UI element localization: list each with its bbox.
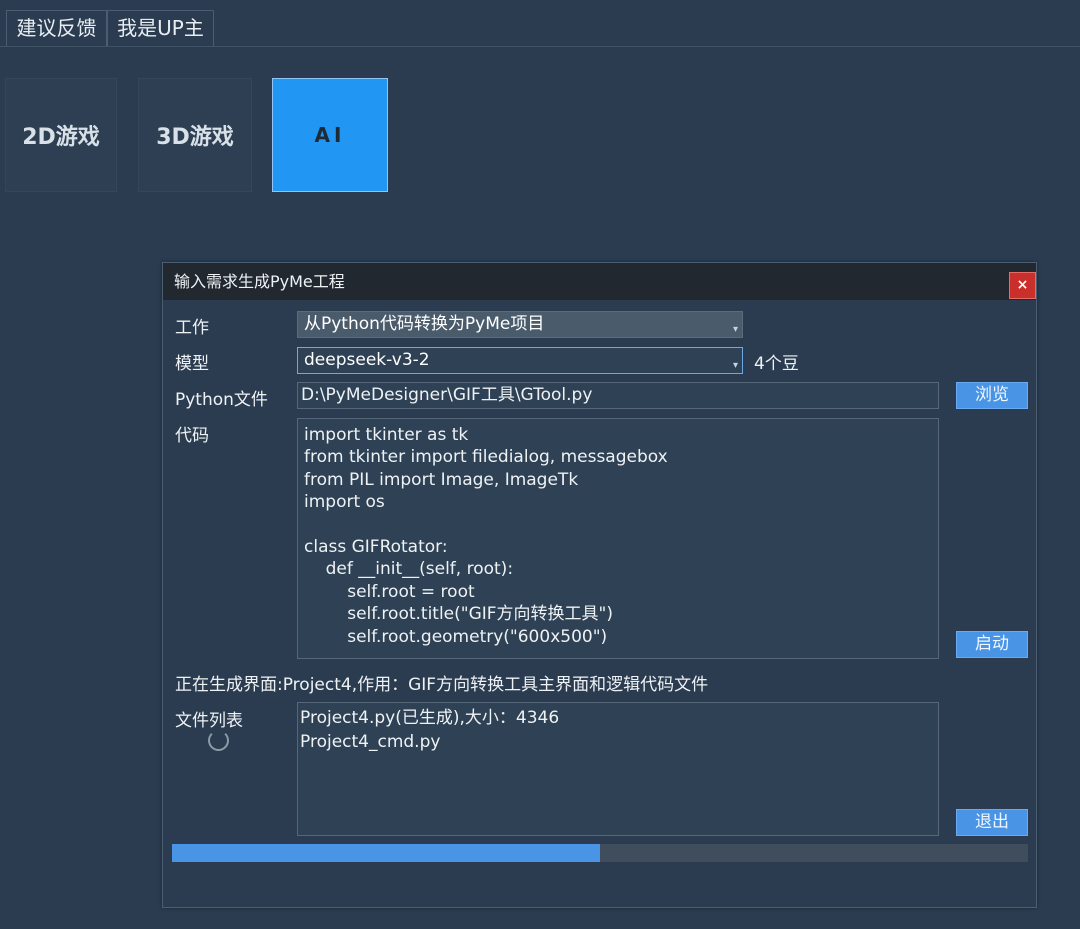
python-file-input[interactable]: D:\PyMeDesigner\GIF工具\GTool.py — [297, 382, 939, 409]
category-tile-3d-games[interactable]: 3D游戏 — [138, 78, 252, 192]
file-list-label: 文件列表 — [175, 711, 243, 731]
chevron-down-icon: ▾ — [732, 324, 738, 335]
up-owner-menu-button[interactable]: 我是UP主 — [107, 10, 214, 46]
code-line: self.root.title("GIF方向转换工具") — [304, 604, 614, 625]
dialog-titlebar[interactable]: 输入需求生成PyMe工程 × — [163, 263, 1036, 300]
spinner-icon — [208, 730, 229, 751]
work-label: 工作 — [175, 318, 209, 338]
beans-cost-text: 4个豆 — [754, 354, 799, 374]
code-textarea[interactable]: import tkinter as tk from tkinter import… — [297, 418, 939, 659]
category-tile-2d-games[interactable]: 2D游戏 — [5, 78, 117, 192]
code-line: self.root.geometry("600x500") — [304, 626, 608, 647]
code-label: 代码 — [175, 426, 209, 446]
code-line: def __init__(self, root): — [304, 559, 514, 580]
top-menu: 建议反馈 我是UP主 — [0, 0, 1080, 47]
close-icon[interactable]: × — [1009, 272, 1036, 299]
file-list[interactable]: Project4.py(已生成),大小：4346 Project4_cmd.py — [297, 702, 939, 836]
code-line: from tkinter import filedialog, messageb… — [304, 447, 668, 468]
start-button[interactable]: 启动 — [956, 631, 1028, 658]
progress-bar — [172, 844, 1028, 862]
browse-button[interactable]: 浏览 — [956, 382, 1028, 409]
generate-project-dialog: 输入需求生成PyMe工程 × 工作 从Python代码转换为PyMe项目 ▾ 模… — [162, 262, 1037, 908]
progress-fill — [172, 844, 600, 862]
feedback-menu-button[interactable]: 建议反馈 — [6, 10, 107, 46]
category-tile-ai[interactable]: AI — [272, 78, 388, 192]
code-line: import os — [304, 492, 385, 513]
model-label: 模型 — [175, 354, 209, 374]
list-item[interactable]: Project4.py(已生成),大小：4346 — [300, 706, 938, 730]
work-select[interactable]: 从Python代码转换为PyMe项目 ▾ — [297, 311, 743, 338]
code-line: class GIFRotator: — [304, 536, 448, 557]
python-file-label: Python文件 — [175, 390, 268, 410]
model-select-value: deepseek-v3-2 — [304, 350, 430, 370]
generation-status-text: 正在生成界面:Project4,作用：GIF方向转换工具主界面和逻辑代码文件 — [175, 675, 709, 695]
dialog-title: 输入需求生成PyMe工程 — [174, 272, 345, 291]
exit-button[interactable]: 退出 — [956, 809, 1028, 836]
work-select-value: 从Python代码转换为PyMe项目 — [304, 314, 545, 334]
code-line: self.root = root — [304, 581, 475, 602]
list-item[interactable]: Project4_cmd.py — [300, 730, 938, 754]
code-line: from PIL import Image, ImageTk — [304, 469, 579, 490]
app-window: 建议反馈 我是UP主 2D游戏 3D游戏 AI 输入需求生成PyMe工程 × 工… — [0, 0, 1080, 929]
model-select[interactable]: deepseek-v3-2 ▾ — [297, 347, 743, 374]
chevron-down-icon: ▾ — [732, 360, 738, 371]
code-line: import tkinter as tk — [304, 425, 469, 445]
